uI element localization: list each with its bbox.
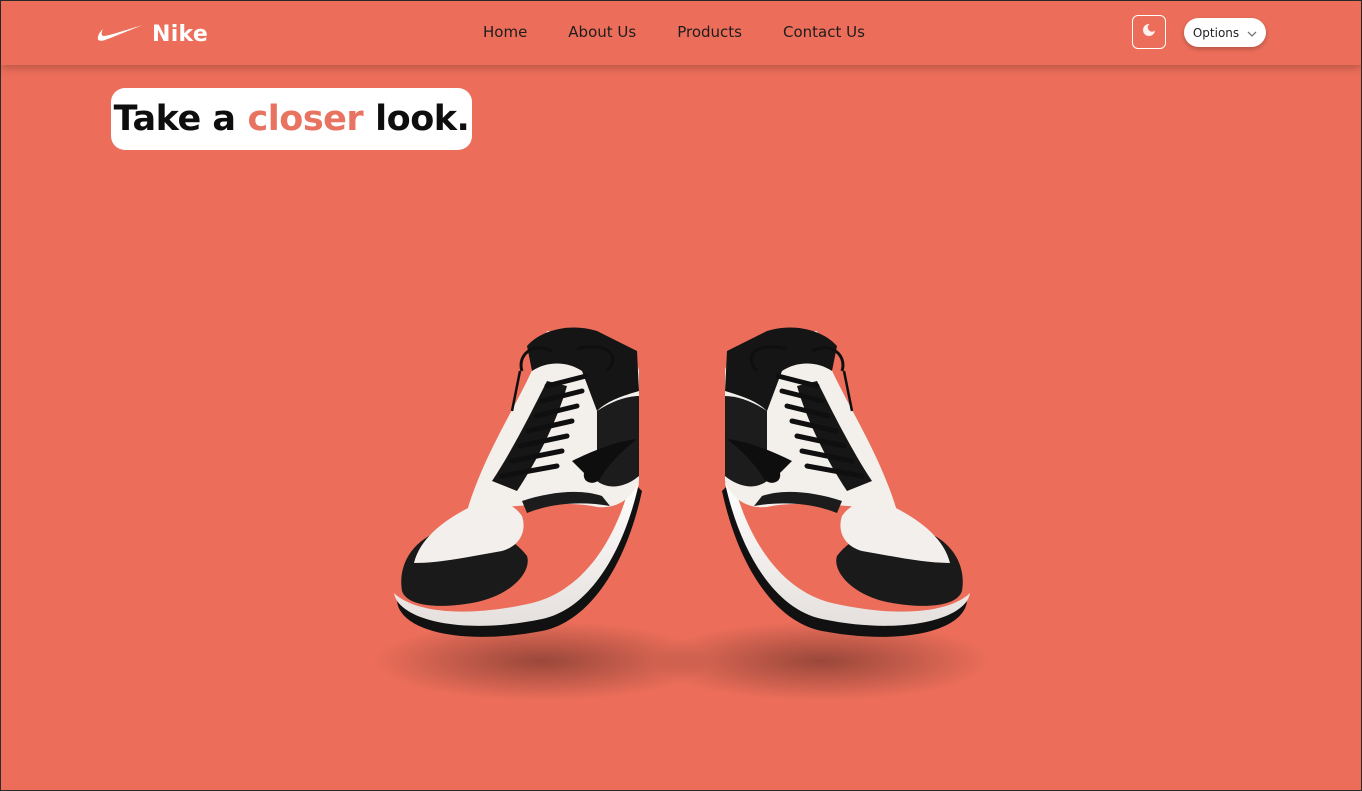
main-nav: Home About Us Products Contact Us (483, 23, 865, 41)
hero-headline: Take a closer look. (111, 88, 472, 150)
sneaker-3d-viewer[interactable] (342, 301, 1022, 716)
options-label: Options (1192, 25, 1240, 40)
nike-swoosh-icon (96, 23, 144, 45)
headline-accent: closer (247, 99, 364, 139)
headline-part-2: look. (375, 99, 470, 139)
nav-link-products[interactable]: Products (677, 23, 742, 41)
nav-link-contact-us[interactable]: Contact Us (783, 23, 865, 41)
brand-logo[interactable]: Nike (96, 19, 208, 49)
theme-toggle-button[interactable] (1132, 15, 1166, 49)
right-sneaker (652, 327, 992, 701)
moon-icon (1142, 22, 1157, 42)
left-sneaker (372, 327, 712, 701)
options-dropdown[interactable]: Options (1184, 18, 1266, 47)
nav-link-home[interactable]: Home (483, 23, 527, 41)
headline-part-1: Take a (113, 99, 236, 139)
nav-link-about-us[interactable]: About Us (568, 23, 636, 41)
navbar: Nike Home About Us Products Contact Us O… (1, 1, 1361, 65)
chevron-down-icon (1247, 26, 1257, 40)
brand-name: Nike (152, 21, 209, 47)
